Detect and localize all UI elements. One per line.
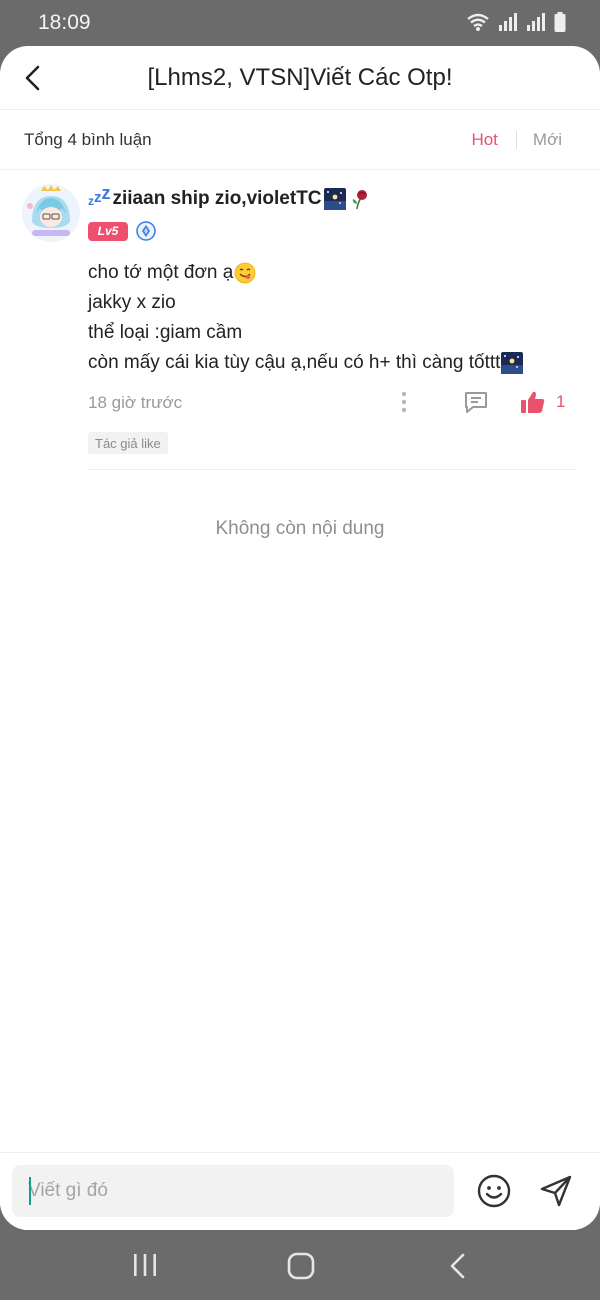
comment-line-text: jakky x zio [88, 292, 176, 313]
send-icon[interactable] [538, 1173, 574, 1209]
diamond-badge-icon [136, 221, 156, 241]
end-of-content-text: Không còn nội dung [215, 518, 385, 539]
status-time: 18:09 [38, 11, 91, 34]
tab-new[interactable]: Mới [533, 130, 562, 150]
page-title: [Lhms2, VTSN]Viết Các Otp! [147, 64, 453, 91]
comment-item: zzz ziiaan ship zio,violetTC Lv5 cho tớ … [0, 170, 600, 470]
username-row: zzz ziiaan ship zio,violetTC [88, 183, 370, 210]
comment-line-text: thể loại :giam cầm [88, 322, 243, 343]
level-badge: Lv5 [88, 221, 128, 241]
like-count: 1 [556, 392, 566, 411]
sort-divider [515, 131, 517, 149]
avatar[interactable] [22, 184, 80, 242]
like-button[interactable]: 1 [520, 388, 565, 416]
comment-line: jakky x zio [88, 288, 523, 318]
comment-meta: 18 giờ trước 1 [88, 388, 578, 418]
recent-apps-icon[interactable] [131, 1252, 159, 1278]
comments-subheader: Tổng 4 bình luận Hot Mới [0, 110, 600, 170]
nav-back-icon[interactable] [446, 1250, 470, 1282]
night-sky-emoji-icon [323, 188, 346, 210]
comment-count: Tổng 4 bình luận [24, 130, 152, 149]
system-nav-bar [0, 1230, 600, 1300]
username[interactable]: ziiaan ship zio,violetTC [113, 188, 322, 210]
text-caret [29, 1177, 31, 1205]
back-arrow-icon[interactable] [18, 62, 48, 94]
yum-face-emoji-icon [234, 262, 256, 284]
comment-line: thể loại :giam cầm [88, 318, 523, 348]
comment-line: cho tớ một đơn ạ [88, 258, 523, 288]
comment-line: còn mấy cái kia tùy cậu ạ,nếu có h+ thì … [88, 348, 524, 378]
wilted-rose-icon [352, 190, 367, 210]
emoji-smiley-icon[interactable] [476, 1173, 512, 1209]
comments-screen: [Lhms2, VTSN]Viết Các Otp! Tổng 4 bình l… [0, 46, 600, 1230]
sort-tabs: Hot Mới [471, 130, 562, 150]
timestamp: 18 giờ trước [88, 393, 183, 412]
header: [Lhms2, VTSN]Viết Các Otp! [0, 46, 600, 110]
reply-comment-icon[interactable] [462, 388, 490, 416]
divider [88, 469, 576, 470]
more-options-icon[interactable] [398, 390, 410, 414]
battery-icon [554, 12, 566, 32]
comment-line-text: còn mấy cái kia tùy cậu ạ,nếu có h+ thì … [88, 352, 501, 373]
comment-line-text: cho tớ một đơn ạ [88, 262, 234, 283]
status-bar: 18:09 [0, 0, 600, 46]
thumbs-up-icon [521, 391, 545, 413]
user-badges: Lv5 [88, 221, 156, 241]
night-sky-emoji-icon [501, 352, 524, 374]
sleep-zzz-icon: zzz [88, 183, 111, 208]
wifi-icon [467, 13, 489, 31]
status-icons [466, 12, 566, 32]
author-liked-tag: Tác giả like [88, 432, 168, 454]
comment-input[interactable] [12, 1165, 454, 1217]
comment-input-bar [0, 1152, 600, 1230]
signal-icon-2 [527, 13, 545, 31]
tab-hot[interactable]: Hot [471, 130, 497, 150]
signal-icon [499, 13, 517, 31]
home-icon[interactable] [286, 1251, 316, 1281]
comment-text: cho tớ một đơn ạ jakky x zio thể loại :g… [88, 258, 524, 378]
